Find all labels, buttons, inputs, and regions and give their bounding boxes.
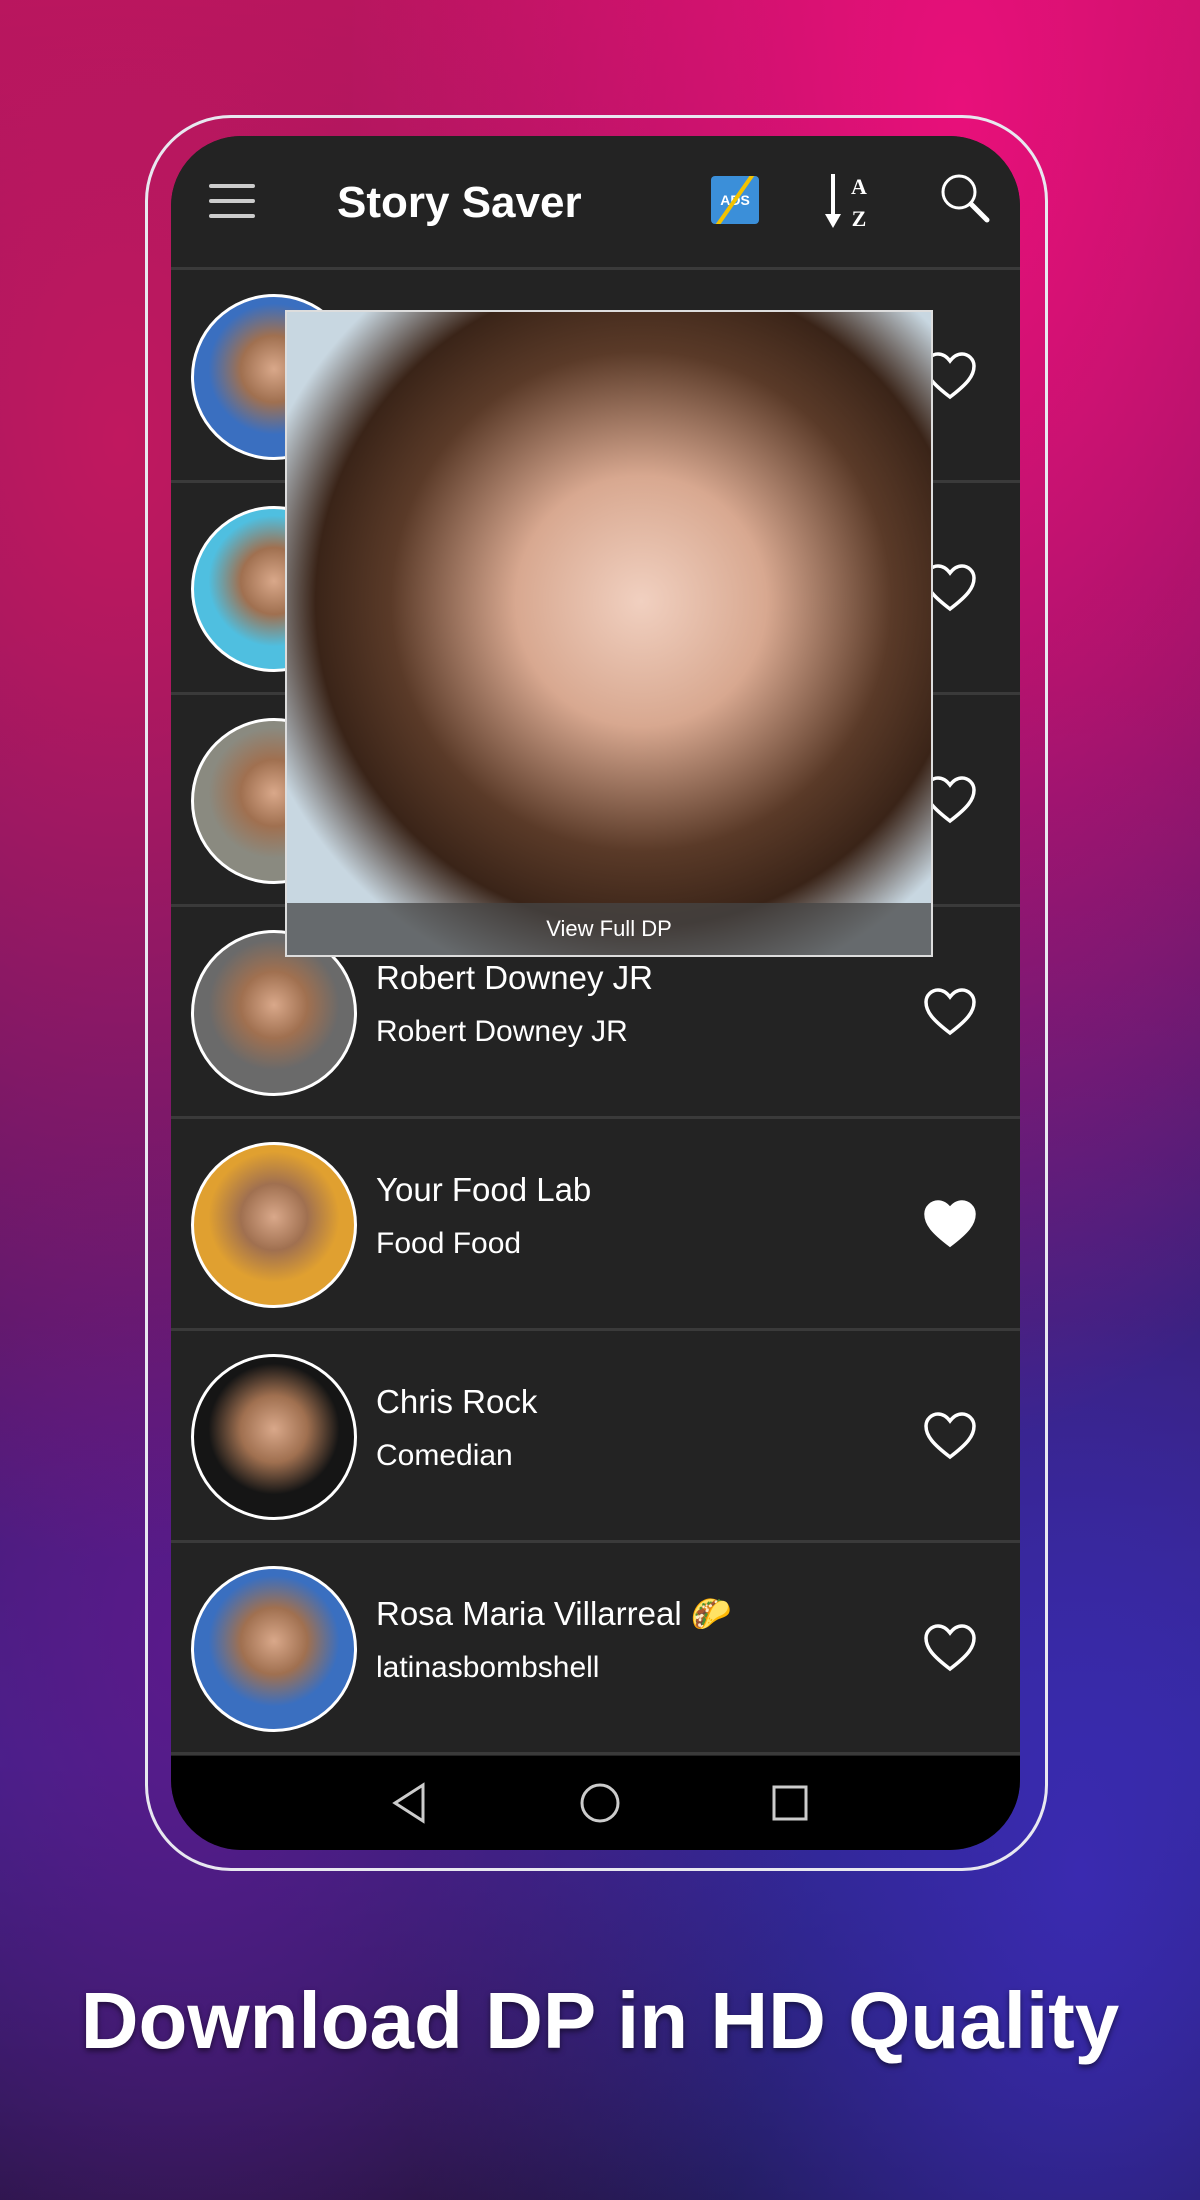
heart-icon[interactable] [923,1623,977,1673]
menu-icon[interactable] [209,184,255,218]
ads-label: ADS [720,192,750,208]
list-item[interactable]: Chris Rock Comedian [171,1331,1020,1543]
heart-icon[interactable] [923,987,977,1037]
sort-z: Z [852,206,867,230]
profile-subtitle: latinasbombshell [376,1651,600,1684]
android-nav-bar [171,1756,1020,1850]
list-item[interactable]: Your Food Lab Food Food [171,1119,1020,1331]
avatar[interactable] [191,1566,357,1732]
back-icon[interactable] [392,1782,425,1824]
profile-picture-preview[interactable]: View Full DP [285,310,933,957]
sort-a: A [851,174,867,199]
profile-name: Robert Downey JR [376,959,653,996]
app-bar: Story Saver ADS A Z [171,136,1020,270]
heart-filled-icon[interactable] [923,1199,977,1249]
profile-subtitle: Robert Downey JR [376,1015,628,1048]
search-icon[interactable] [939,172,991,224]
view-full-dp-button[interactable]: View Full DP [287,903,931,955]
profile-name: Chris Rock [376,1383,538,1420]
profile-name: Rosa Maria Villarreal 🌮 [376,1595,732,1632]
sort-az-icon[interactable]: A Z [823,170,873,231]
profile-subtitle: Comedian [376,1439,513,1472]
recents-icon[interactable] [772,1785,808,1821]
heart-icon[interactable] [923,1411,977,1461]
list-item[interactable]: Rosa Maria Villarreal 🌮 latinasbombshell [171,1543,1020,1755]
profile-subtitle: Food Food [376,1227,522,1260]
profile-name: Your Food Lab [376,1171,592,1208]
tagline: Download DP in HD Quality [80,1976,1120,2065]
avatar[interactable] [191,1354,357,1520]
no-ads-icon[interactable]: ADS [711,176,759,224]
avatar[interactable] [191,1142,357,1308]
app-title: Story Saver [337,178,582,227]
home-icon[interactable] [580,1783,620,1823]
